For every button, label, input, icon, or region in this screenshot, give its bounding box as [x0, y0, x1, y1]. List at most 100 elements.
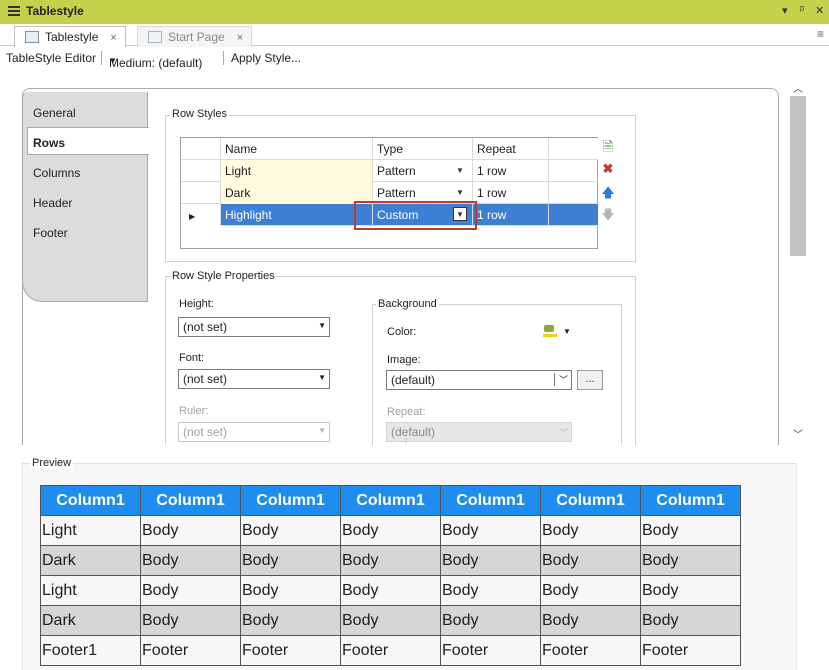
- vertical-scrollbar[interactable]: ︿ ﹀: [789, 74, 807, 444]
- pin-icon[interactable]: ᵖ: [800, 4, 804, 16]
- color-picker-icon[interactable]: [542, 323, 558, 339]
- preview-header-cell: Column1: [640, 485, 741, 516]
- preview-cell: Body: [640, 605, 741, 636]
- tab-close-icon[interactable]: ×: [110, 32, 116, 44]
- row-name-cell[interactable]: Light: [221, 160, 373, 182]
- preview-cell: Body: [440, 515, 541, 546]
- add-row-icon[interactable]: 🗎: [601, 140, 615, 154]
- repeat-value: (default): [391, 425, 436, 439]
- row-type-cell[interactable]: Pattern ▼: [373, 160, 473, 182]
- preview-cell: Body: [240, 545, 341, 576]
- color-label: Color:: [387, 326, 417, 338]
- tab-header[interactable]: Header: [33, 196, 72, 210]
- chevron-down-icon: ﹀: [553, 373, 568, 386]
- move-up-icon[interactable]: 🡅: [601, 186, 615, 200]
- preview-cell: Body: [340, 575, 441, 606]
- chevron-down-icon: ▼: [318, 321, 326, 330]
- preview-cell: Light: [40, 515, 141, 546]
- preview-cell: Footer1: [40, 635, 141, 666]
- table-row[interactable]: Light Pattern ▼ 1 row: [181, 160, 598, 182]
- browse-button[interactable]: ...: [577, 370, 603, 390]
- height-value: (not set): [183, 320, 228, 334]
- chevron-down-icon: ▼: [318, 373, 326, 382]
- tab-tablestyle[interactable]: Tablestyle ×: [14, 26, 126, 47]
- row-style-properties-title: Row Style Properties: [170, 270, 277, 282]
- preview-cell: Light: [40, 575, 141, 606]
- chevron-down-icon: ▼: [318, 426, 326, 435]
- preview-cell: Body: [240, 515, 341, 546]
- preview-cell: Body: [540, 605, 641, 636]
- preview-row: Light Body Body Body Body Body Body: [40, 575, 741, 606]
- height-label: Height:: [179, 298, 214, 310]
- tab-rows[interactable]: Rows: [33, 136, 65, 150]
- scroll-up-icon[interactable]: ︿: [793, 80, 803, 95]
- preview-cell: Body: [540, 515, 641, 546]
- row-repeat-cell[interactable]: 1 row: [473, 160, 549, 182]
- tab-columns[interactable]: Columns: [33, 166, 80, 180]
- apply-style-button[interactable]: Apply Style...: [231, 51, 301, 65]
- tab-close-icon[interactable]: ×: [237, 32, 243, 44]
- preview-cell: Body: [440, 575, 541, 606]
- chevron-down-icon[interactable]: ▼: [453, 164, 467, 178]
- preview-header-cell: Column1: [540, 485, 641, 516]
- preview-cell: Body: [140, 575, 241, 606]
- row-repeat-cell[interactable]: 1 row: [473, 204, 549, 226]
- toolbar-separator: [101, 51, 102, 65]
- move-down-icon[interactable]: 🡇: [601, 208, 615, 222]
- ruler-label: Ruler:: [179, 405, 209, 417]
- tab-label: Start Page: [168, 30, 225, 44]
- row-header: [181, 182, 221, 204]
- row-name-cell[interactable]: Highlight: [221, 204, 373, 226]
- column-header-name: Name: [221, 138, 373, 160]
- column-header-repeat: Repeat: [473, 138, 549, 160]
- preview-cell: Footer: [640, 635, 741, 666]
- window-title: Tablestyle: [26, 4, 84, 18]
- chevron-down-icon[interactable]: ▼: [563, 327, 571, 336]
- preview-row: Light Body Body Body Body Body Body: [40, 515, 741, 546]
- preview-cell: Body: [240, 605, 341, 636]
- repeat-label: Repeat:: [387, 406, 426, 418]
- tab-footer[interactable]: Footer: [33, 226, 68, 240]
- scroll-down-icon[interactable]: ﹀: [793, 426, 803, 441]
- image-value: (default): [391, 373, 436, 387]
- preview-header-row: Column1 Column1 Column1 Column1 Column1 Colum…: [40, 485, 741, 516]
- background-title: Background: [376, 298, 439, 310]
- preview-cell: Body: [440, 605, 541, 636]
- preview-cell: Body: [340, 545, 441, 576]
- preview-row: Footer1 Footer Footer Footer Footer Footer Foo…: [40, 635, 741, 666]
- tab-general[interactable]: General: [33, 106, 76, 120]
- image-select[interactable]: (default) ﹀: [386, 370, 572, 390]
- row-repeat-cell[interactable]: 1 row: [473, 182, 549, 204]
- preview-cell: Body: [640, 515, 741, 546]
- row-name-cell[interactable]: Dark: [221, 182, 373, 204]
- repeat-select[interactable]: (default) ﹀: [386, 422, 572, 442]
- editor-scroll-area: General Rows Columns Header Footer Row S…: [0, 70, 790, 445]
- scrollbar-thumb[interactable]: [790, 96, 806, 256]
- font-select[interactable]: (not set) ▼: [178, 369, 330, 389]
- chevron-down-icon[interactable]: ▼: [453, 186, 467, 200]
- preview-cell: Body: [140, 545, 241, 576]
- window-dropdown-icon[interactable]: ▾: [782, 4, 788, 17]
- row-type-value: Pattern: [377, 186, 416, 200]
- preview-cell: Footer: [140, 635, 241, 666]
- column-header-type: Type: [373, 138, 473, 160]
- height-select[interactable]: (not set) ▼: [178, 317, 330, 337]
- tab-start-page[interactable]: Start Page ×: [137, 26, 253, 47]
- ruler-select[interactable]: (not set) ▼: [178, 422, 330, 442]
- font-label: Font:: [179, 352, 205, 364]
- preview-title: Preview: [30, 457, 74, 469]
- menu-icon[interactable]: [8, 6, 20, 17]
- grid-header-row: Name Type Repeat: [181, 138, 598, 160]
- preview-cell: Footer: [440, 635, 541, 666]
- preview-cell: Dark: [40, 605, 141, 636]
- overflow-menu-icon[interactable]: ≡: [817, 27, 824, 41]
- preview-cell: Body: [640, 545, 741, 576]
- preview-table: Column1 Column1 Column1 Column1 Column1 Colum…: [40, 485, 741, 666]
- delete-icon[interactable]: ✖: [601, 162, 615, 176]
- row-type-value: Pattern: [377, 164, 416, 178]
- preview-cell: Body: [640, 575, 741, 606]
- splitter-grip-icon[interactable]: ⁞: [405, 437, 407, 446]
- close-icon[interactable]: ✕: [815, 4, 824, 17]
- start-page-icon: [148, 31, 162, 43]
- image-label: Image:: [387, 354, 421, 366]
